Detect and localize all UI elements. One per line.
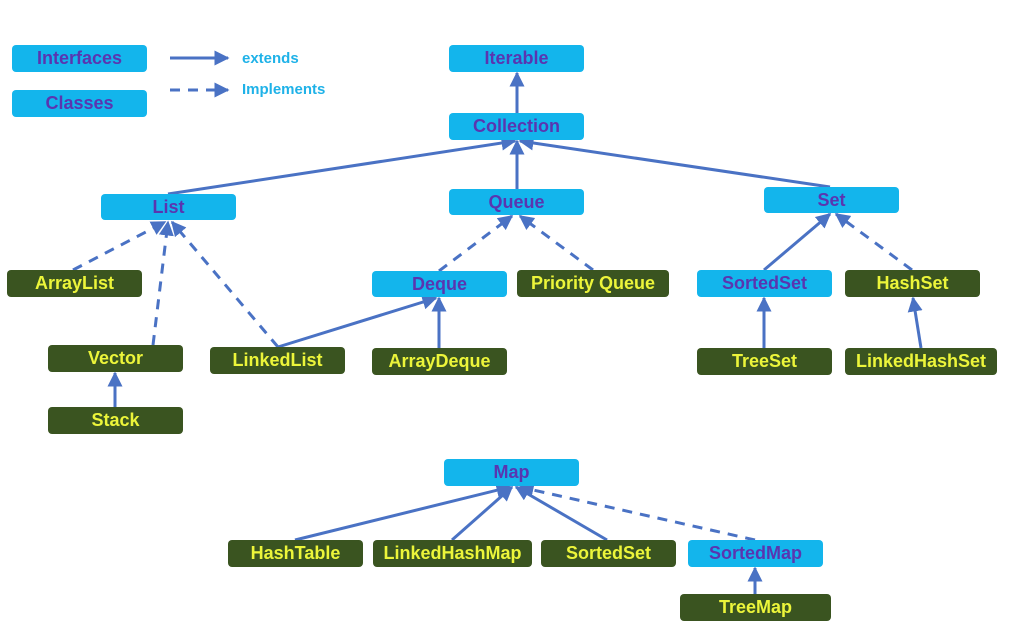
edge-list-to-collection (167, 135, 517, 196)
node-deque: Deque (372, 271, 507, 297)
node-queue: Queue (449, 189, 584, 215)
node-arraydeque: ArrayDeque (372, 348, 507, 375)
node-sortedmap: SortedMap (688, 540, 823, 567)
legend-interfaces-box: Interfaces (12, 45, 147, 72)
node-stack: Stack (48, 407, 183, 434)
edge-set-to-collection (518, 135, 831, 189)
edge-linkedhashset-to-hashset (907, 296, 923, 349)
node-treeset: TreeSet (697, 348, 832, 375)
node-map: Map (444, 459, 579, 486)
legend-classes-box: Classes (12, 90, 147, 117)
edge-hashset-to-set (834, 212, 913, 272)
node-collection: Collection (449, 113, 584, 140)
edge-linkedlist-to-deque (277, 294, 438, 349)
edge-hashtable-to-map (294, 482, 512, 542)
node-priorityqueue: Priority Queue (517, 270, 669, 297)
edge-vector-to-list (151, 220, 174, 346)
node-sortedset-map: SortedSet (541, 540, 676, 567)
node-treemap: TreeMap (680, 594, 831, 621)
edge-deque-to-queue (438, 214, 514, 273)
legend-implements-label: Implements (242, 81, 326, 98)
node-hashset: HashSet (845, 270, 980, 297)
node-set: Set (764, 187, 899, 213)
legend-extends-label: extends (242, 50, 299, 67)
edge-sortedmap-to-map (518, 482, 756, 542)
node-arraylist: ArrayList (7, 270, 142, 297)
node-vector: Vector (48, 345, 183, 372)
node-linkedlist: LinkedList (210, 347, 345, 374)
node-iterable: Iterable (449, 45, 584, 72)
node-list: List (101, 194, 236, 220)
node-linkedhashset: LinkedHashSet (845, 348, 997, 375)
node-sortedset: SortedSet (697, 270, 832, 297)
node-hashtable: HashTable (228, 540, 363, 567)
edge-sortedset-to-set (763, 212, 832, 272)
edge-priorityqueue-to-queue (518, 214, 594, 272)
edge-arraylist-to-list (72, 220, 167, 272)
node-linkedhashmap: LinkedHashMap (373, 540, 532, 567)
edge-linkedlist-to-list (170, 220, 280, 348)
